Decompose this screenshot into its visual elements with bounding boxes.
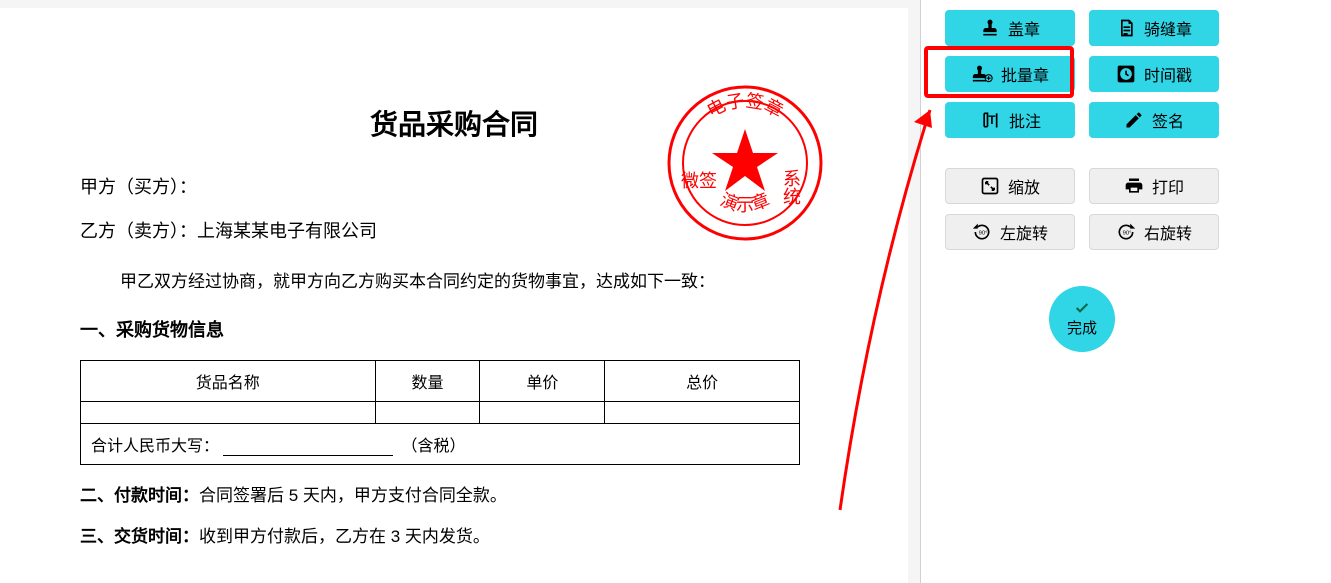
col-total: 总价 <box>605 361 800 402</box>
party-b-label: 乙方（卖方）： <box>80 221 197 241</box>
table-total-row: 合计人民币大写： （含税） <box>81 424 800 465</box>
document-viewer: 货品采购合同 甲方（买方）： 乙方（卖方）：上海某某电子有限公司 甲乙双方经过协… <box>0 8 908 583</box>
done-label: 完成 <box>1067 317 1097 338</box>
clock-icon <box>1116 64 1136 84</box>
annotate-button[interactable]: T 批注 <box>945 102 1075 138</box>
done-button[interactable]: 完成 <box>1049 286 1115 352</box>
goods-table: 货品名称 数量 单价 总价 合计人民币大写： （含税） <box>80 360 800 465</box>
section-3-label: 三、交货时间： <box>80 527 199 546</box>
party-a-line: 甲方（买方）： <box>80 173 828 199</box>
section-3-text: 收到甲方付款后，乙方在 3 天内发货。 <box>199 527 490 546</box>
total-suffix: （含税） <box>401 438 465 455</box>
svg-text:90°: 90° <box>979 231 988 237</box>
batch-stamp-icon <box>971 64 993 84</box>
pen-icon <box>1124 110 1144 130</box>
total-prefix: 合计人民币大写： <box>91 438 219 455</box>
zoom-icon <box>980 176 1000 196</box>
stamp-button[interactable]: 盖章 <box>945 10 1075 46</box>
total-blank <box>223 455 393 456</box>
table-row <box>81 402 800 424</box>
zoom-button[interactable]: 缩放 <box>945 168 1075 204</box>
section-1-heading: 一、采购货物信息 <box>80 316 828 342</box>
printer-icon <box>1124 176 1144 196</box>
doc-title: 货品采购合同 <box>80 103 828 143</box>
stamp-icon <box>980 18 1000 38</box>
side-toolbar: 盖章 骑缝章 批量章 时间戳 T 批注 签名 <box>920 0 1331 583</box>
timestamp-label: 时间戳 <box>1144 62 1192 86</box>
zoom-label: 缩放 <box>1008 174 1040 198</box>
section-2-text: 合同签署后 5 天内，甲方支付合同全款。 <box>199 486 507 505</box>
col-price: 单价 <box>480 361 605 402</box>
timestamp-button[interactable]: 时间戳 <box>1089 56 1219 92</box>
straddle-label: 骑缝章 <box>1144 16 1192 40</box>
batch-stamp-button[interactable]: 批量章 <box>945 56 1075 92</box>
col-qty: 数量 <box>375 361 480 402</box>
sign-button[interactable]: 签名 <box>1089 102 1219 138</box>
section-2: 二、付款时间：合同签署后 5 天内，甲方支付合同全款。 <box>80 481 828 506</box>
annotate-label: 批注 <box>1009 108 1041 132</box>
sign-label: 签名 <box>1152 108 1184 132</box>
annotate-icon: T <box>979 110 1001 130</box>
print-label: 打印 <box>1152 174 1184 198</box>
svg-text:90°: 90° <box>1123 231 1132 237</box>
intro-text: 甲乙双方经过协商，就甲方向乙方购买本合同约定的货物事宜，达成如下一致： <box>120 267 828 292</box>
rotate-left-button[interactable]: 90° 左旋转 <box>945 214 1075 250</box>
rotate-left-label: 左旋转 <box>1000 220 1048 244</box>
rotate-right-icon: 90° <box>1116 222 1136 242</box>
rotate-right-label: 右旋转 <box>1144 220 1192 244</box>
print-button[interactable]: 打印 <box>1089 168 1219 204</box>
stamp-label: 盖章 <box>1008 16 1040 40</box>
party-b-value: 上海某某电子有限公司 <box>197 221 377 241</box>
section-2-label: 二、付款时间： <box>80 486 199 505</box>
table-header-row: 货品名称 数量 单价 总价 <box>81 361 800 402</box>
straddle-stamp-button[interactable]: 骑缝章 <box>1089 10 1219 46</box>
col-name: 货品名称 <box>81 361 376 402</box>
rotate-right-button[interactable]: 90° 右旋转 <box>1089 214 1219 250</box>
party-b-line: 乙方（卖方）：上海某某电子有限公司 <box>80 217 828 243</box>
rotate-left-icon: 90° <box>972 222 992 242</box>
svg-text:T: T <box>988 114 995 127</box>
batch-label: 批量章 <box>1001 62 1049 86</box>
straddle-icon <box>1116 18 1136 38</box>
check-icon <box>1072 300 1092 316</box>
section-3: 三、交货时间：收到甲方付款后，乙方在 3 天内发货。 <box>80 522 828 547</box>
